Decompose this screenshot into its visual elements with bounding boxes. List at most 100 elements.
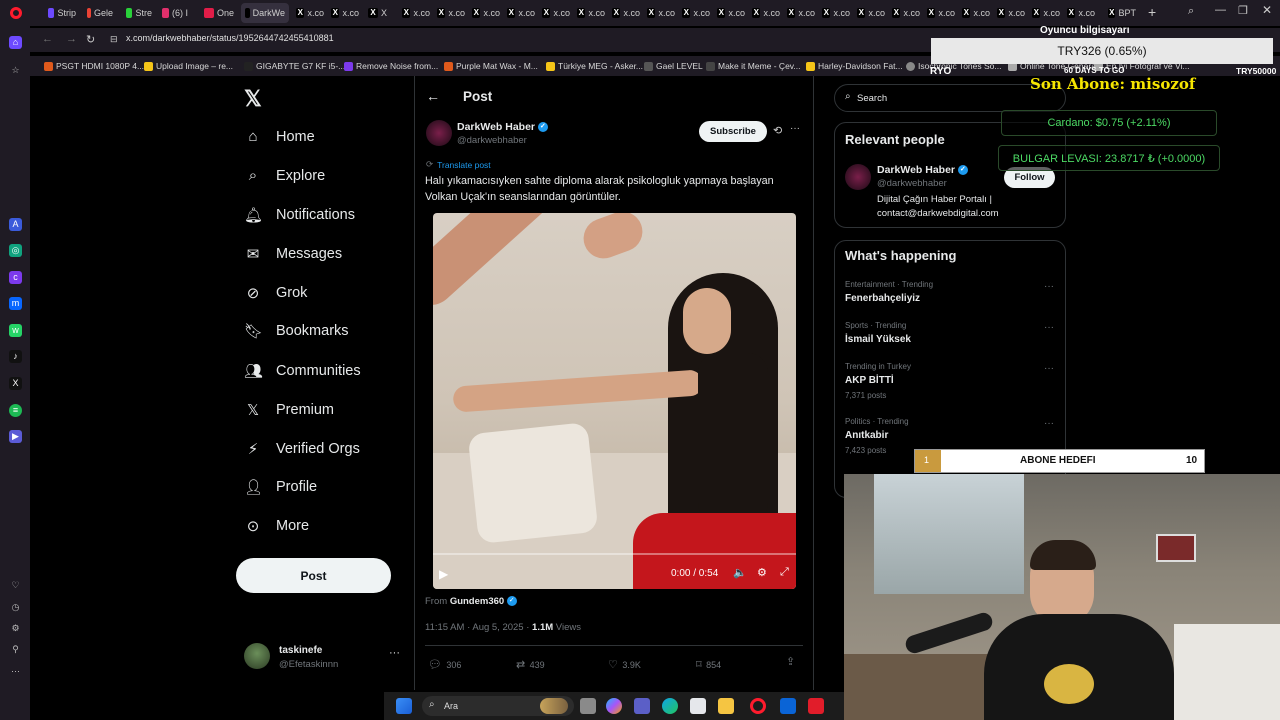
like-button[interactable]: ♡ 3.9K	[608, 655, 641, 673]
nav-item-home[interactable]: ⌂ Home	[244, 128, 314, 145]
browser-tab[interactable]: Xx.co	[503, 3, 539, 23]
person-avatar[interactable]	[845, 164, 871, 190]
browser-tab[interactable]: Xx.co	[818, 3, 854, 23]
nav-item-profile[interactable]: 👤︎ Profile	[244, 478, 317, 496]
browser-tab[interactable]: Strip	[44, 3, 80, 23]
outlook-icon[interactable]	[780, 698, 796, 714]
site-info-icon[interactable]: ⊟	[110, 34, 118, 45]
minimize-icon[interactable]: —	[1215, 4, 1226, 16]
browser-tab[interactable]: Xx.co	[923, 3, 959, 23]
browser-tab[interactable]: Xx.co	[853, 3, 889, 23]
store-icon[interactable]	[690, 698, 706, 714]
app-cs-icon[interactable]: c	[9, 271, 22, 284]
trend-more-icon[interactable]: ···	[1044, 281, 1054, 292]
restore-icon[interactable]: ❐	[1238, 4, 1248, 17]
spotify-icon[interactable]: ≡	[9, 404, 22, 417]
tiktok-icon[interactable]: ♪	[9, 350, 22, 363]
browser-tab[interactable]: Xx.co	[643, 3, 679, 23]
copilot-icon[interactable]	[606, 698, 622, 714]
browser-tab[interactable]: Xx.co	[573, 3, 609, 23]
post-timestamp[interactable]: 11:15 AM · Aug 5, 2025 ·	[425, 622, 532, 633]
source-link[interactable]: Gundem360	[450, 596, 504, 607]
bookmark-item[interactable]: Gael LEVEL	[644, 61, 703, 71]
nav-item-communities[interactable]: 👥︎ Communities	[244, 362, 361, 380]
browser-tab[interactable]: Gele	[83, 3, 117, 23]
browser-tab[interactable]: Stre	[122, 3, 156, 23]
opera-taskbar-icon[interactable]	[750, 698, 766, 714]
browser-tab[interactable]: Xx.co	[678, 3, 714, 23]
trend-item[interactable]: Entertainment · Trending Fenerbahçeliyiz	[845, 280, 933, 304]
browser-tab[interactable]: Xx.co	[1028, 3, 1064, 23]
video-player[interactable]: ▶ 0:00 / 0:54 🔈 ⚙ ⤢	[433, 213, 796, 589]
trend-more-icon[interactable]: ···	[1044, 363, 1054, 374]
nav-item-verified-orgs[interactable]: ⚡︎ Verified Orgs	[244, 440, 360, 458]
volume-icon[interactable]: 🔈	[733, 566, 747, 579]
file-explorer-icon[interactable]	[718, 698, 734, 714]
browser-tab[interactable]: Xx.co	[538, 3, 574, 23]
nav-item-grok[interactable]: ⊘ Grok	[244, 284, 308, 302]
browser-tab[interactable]: Xx.co	[327, 3, 363, 23]
person-name-row[interactable]: DarkWeb Haber ✓	[877, 164, 968, 176]
browser-tab[interactable]: Xx.co	[713, 3, 749, 23]
browser-tab[interactable]: Xx.co	[1063, 3, 1099, 23]
close-window-icon[interactable]: ✕	[1262, 3, 1272, 17]
messenger-icon[interactable]: m	[9, 297, 22, 310]
browser-tab[interactable]: Xx.co	[993, 3, 1029, 23]
search-tabs-icon[interactable]: ⌕	[1188, 5, 1194, 18]
play-icon[interactable]: ▶	[439, 567, 448, 581]
aria-icon[interactable]: A	[9, 218, 22, 231]
bookmark-item[interactable]: Türkiye MEG - Asker...	[546, 61, 643, 71]
more-sidebar-icon[interactable]: ⋯	[9, 665, 22, 678]
nav-item-explore[interactable]: ⌕ Explore	[244, 167, 325, 184]
teams-icon[interactable]	[634, 698, 650, 714]
browser-tab[interactable]: Xx.co	[468, 3, 504, 23]
browser-tab[interactable]: X BPT	[1104, 3, 1140, 23]
task-view-icon[interactable]	[580, 698, 596, 714]
grok-icon[interactable]: ⟲	[773, 124, 782, 137]
browser-tab[interactable]: Xx.co	[398, 3, 434, 23]
browser-tab[interactable]: Xx.co	[433, 3, 469, 23]
trend-item[interactable]: Trending in Turkey AKP BİTTİ 7,371 posts	[845, 362, 911, 400]
wps-icon[interactable]	[808, 698, 824, 714]
nav-item-notifications[interactable]: 🔔︎ Notifications	[244, 206, 355, 224]
browser-tab[interactable]: Xx.co	[292, 3, 328, 23]
edge-icon[interactable]	[662, 698, 678, 714]
nav-item-messages[interactable]: ✉ Messages	[244, 245, 342, 263]
author-handle[interactable]: @darkwebhaber	[457, 135, 527, 146]
windows-start-icon[interactable]	[396, 698, 412, 714]
lightbulb-icon[interactable]: ⚲	[9, 643, 22, 656]
settings-icon[interactable]: ⚙	[9, 622, 22, 635]
repost-button[interactable]: ⇄ 439	[516, 655, 545, 673]
search-input[interactable]: Search	[857, 93, 887, 104]
chatgpt-icon[interactable]: ◎	[9, 244, 22, 257]
account-switcher[interactable]: taskinefe @Efetaskinnn ···	[244, 643, 404, 673]
trend-more-icon[interactable]: ···	[1044, 418, 1054, 429]
forward-icon[interactable]: →	[66, 33, 77, 45]
video-settings-icon[interactable]: ⚙	[757, 566, 767, 579]
x-logo-icon[interactable]: 𝕏	[244, 86, 262, 112]
trend-item[interactable]: Sports · Trending İsmail Yüksek	[845, 321, 911, 345]
browser-tab[interactable]: (6) I	[158, 3, 192, 23]
browser-tab[interactable]: Xx.co	[748, 3, 784, 23]
whatsapp-icon[interactable]: w	[9, 324, 22, 337]
subscribe-button[interactable]: Subscribe	[699, 121, 767, 142]
back-icon[interactable]: ←	[42, 33, 53, 45]
translate-post-link[interactable]: ⟳ Translate post	[426, 159, 491, 170]
browser-tab[interactable]: XX	[364, 3, 394, 23]
video-progress-track[interactable]	[433, 553, 796, 555]
bookmark-item[interactable]: PSGT HDMI 1080P 4...	[44, 61, 144, 71]
reload-icon[interactable]: ↻	[86, 33, 95, 46]
history-icon[interactable]: ◷	[9, 601, 22, 614]
compose-post-button[interactable]: Post	[236, 558, 391, 593]
browser-tab[interactable]: Xx.co	[783, 3, 819, 23]
opera-logo-icon[interactable]	[10, 7, 22, 19]
x-sidebar-icon[interactable]: X	[9, 377, 22, 390]
author-name-row[interactable]: DarkWeb Haber ✓	[457, 121, 548, 133]
nav-item-more[interactable]: ⊙ More	[244, 517, 309, 535]
post-more-icon[interactable]: ···	[790, 123, 800, 134]
player-icon[interactable]: ▶	[9, 430, 22, 443]
heart-sidebar-icon[interactable]: ♡	[9, 579, 22, 592]
bookmark-item[interactable]: GIGABYTE G7 KF i5-...	[244, 61, 345, 71]
bookmark-item[interactable]: Purple Mat Wax - M...	[444, 61, 538, 71]
share-icon[interactable]: ⇪	[786, 655, 795, 668]
